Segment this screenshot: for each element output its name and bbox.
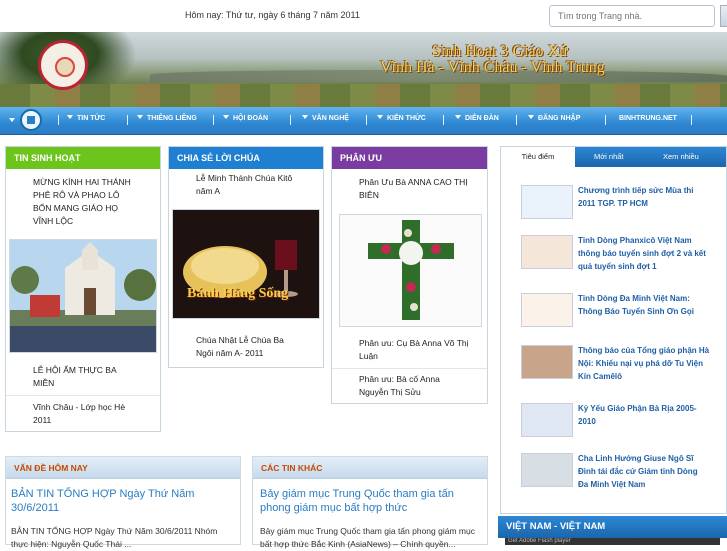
search-input[interactable] [549, 5, 715, 27]
banh-hang-song-image[interactable]: Bánh Hằng Sống [172, 209, 320, 319]
nav-separator [366, 115, 367, 125]
flower-cross-photo [340, 215, 481, 326]
bottom-left-head: Vấn đề hôm nay [6, 457, 240, 479]
col2-title: Chia Sẻ Lời Chúa [169, 147, 323, 169]
nav-label: Kiến Thức [387, 115, 426, 122]
nav-binhtrung[interactable]: BINHTRUNG.NET [619, 115, 677, 122]
news-tabs: Tiêu điểm Mới nhất Xem nhiều [501, 147, 726, 167]
news-link[interactable]: Thông báo của Tổng giáo phận Hà Nội: Khi… [578, 344, 710, 383]
divider [6, 395, 160, 396]
col3-item-3[interactable]: Phân ưu: Bà cố Anna Nguyễn Thị Sửu [359, 373, 469, 399]
col-tin-sinh-hoat: Tin Sinh Hoạt MỪNG KÍNH HAI THÁNH PHÊ RÔ… [5, 146, 161, 432]
nav-label: Diễn Đàn [465, 115, 499, 122]
col3-item-1[interactable]: Phân Ưu Bà ANNA CAO THỊ BIÊN [359, 176, 469, 202]
nav-thieng-lieng[interactable]: Thiêng Liêng [137, 115, 197, 122]
right-panel: Tiêu điểm Mới nhất Xem nhiều Chương trìn… [500, 146, 727, 514]
col1-item-1[interactable]: MỪNG KÍNH HAI THÁNH PHÊ RÔ VÀ PHAO LÔ BỔ… [33, 176, 138, 228]
rice-field-image [0, 84, 727, 107]
chevron-down-icon [223, 115, 229, 119]
col1-title: Tin Sinh Hoạt [6, 147, 160, 169]
bottom-mid-title[interactable]: Bảy giám mục Trung Quốc tham gia tấn pho… [260, 487, 482, 515]
nav-dang-nhap[interactable]: Đăng Nhập [528, 115, 580, 122]
chevron-down-icon [302, 115, 308, 119]
chevron-down-icon [377, 115, 383, 119]
current-date: Hôm nay: Thứ tư, ngày 6 tháng 7 năm 2011 [185, 10, 360, 20]
cac-tin-khac: Các tin khác Bảy giám mục Trung Quốc tha… [252, 456, 488, 549]
nav-label: Văn Nghệ [312, 115, 349, 122]
nav-separator [691, 115, 692, 125]
col3-title: Phân Ưu [332, 147, 487, 169]
news-link[interactable]: Cha Linh Hướng Giuse Ngô Sĩ Đình tái đắc… [578, 452, 710, 491]
nav-kien-thuc[interactable]: Kiến Thức [377, 115, 426, 122]
news-link[interactable]: Tỉnh Dòng Phanxicô Việt Nam thông báo tu… [578, 234, 710, 273]
section-vietnam: VIỆT NAM - VIỆT NAM [498, 516, 727, 538]
church-photo [10, 240, 156, 352]
nav-label: Hội Đoàn [233, 115, 268, 122]
bottom-left-body: BẢN TIN TỔNG HỢP Ngày Thứ Năm 30/6/2011 … [11, 526, 218, 549]
bottom-mid-body: Bảy giám mục Trung Quốc tham gia tấn pho… [260, 526, 475, 549]
col-chia-se-loi-chua: Chia Sẻ Lời Chúa Lễ Minh Thánh Chúa Kitô… [168, 146, 324, 368]
bottom-mid-head: Các tin khác [253, 457, 487, 479]
news-thumbnail [521, 185, 573, 219]
nav-label: Thiêng Liêng [147, 115, 197, 122]
nav-separator [58, 115, 59, 125]
col2-item-1[interactable]: Lễ Minh Thánh Chúa Kitô năm A [196, 172, 301, 198]
nav-separator [127, 115, 128, 125]
news-link[interactable]: Chương trình tiếp sức Mùa thi 2011 TGP. … [578, 184, 710, 210]
col1-item-3[interactable]: Vĩnh Châu - Lớp học Hè 2011 [33, 401, 143, 427]
menu-arrow-icon [9, 118, 15, 122]
nav-label: Đăng Nhập [538, 115, 581, 122]
nav-hoi-doan[interactable]: Hội Đoàn [223, 115, 268, 122]
banh-hang-song-caption: Bánh Hằng Sống [187, 286, 289, 301]
bottom-left-title[interactable]: BẢN TIN TỔNG HỢP Ngày Thứ Năm 30/6/2011 [11, 487, 236, 515]
nav-dien-dan[interactable]: Diễn Đàn [455, 115, 499, 122]
col3-item-2[interactable]: Phân ưu: Cụ Bà Anna Võ Thị Luận [359, 337, 469, 363]
funeral-cross-image[interactable] [339, 214, 482, 327]
van-de-hom-nay: Vấn đề hôm nay BẢN TIN TỔNG HỢP Ngày Thứ… [5, 456, 241, 549]
chevron-down-icon [455, 115, 461, 119]
nav-tin-tuc[interactable]: Tin Tức [67, 115, 105, 122]
news-thumbnail [521, 403, 573, 437]
nav-separator [213, 115, 214, 125]
tab-moi-nhat[interactable]: Mới nhất [594, 152, 624, 161]
church-festival-image[interactable] [9, 239, 157, 353]
tab-tieu-diem[interactable]: Tiêu điểm [501, 147, 575, 167]
nav-label: BINHTRUNG.NET [619, 115, 677, 122]
chevron-down-icon [528, 115, 534, 119]
search-button[interactable] [720, 5, 727, 27]
news-thumbnail [521, 293, 573, 327]
chevron-down-icon [67, 115, 73, 119]
news-thumbnail [521, 453, 573, 487]
news-link[interactable]: Kỷ Yếu Giáo Phận Bà Rịa 2005-2010 [578, 402, 710, 428]
nav-separator [516, 115, 517, 125]
home-icon[interactable] [20, 109, 42, 131]
main-nav: Tin Tức Thiêng Liêng Hội Đoàn Văn Nghệ K… [0, 107, 727, 135]
nav-separator [443, 115, 444, 125]
chevron-down-icon [137, 115, 143, 119]
banner: Sinh Hoạt 3 Giáo Xứ Vĩnh Hà - Vĩnh Châu … [0, 32, 727, 107]
col2-item-2[interactable]: Chúa Nhật Lễ Chúa Ba Ngôi năm A- 2011 [196, 334, 301, 360]
news-link[interactable]: Tỉnh Dòng Đa Minh Việt Nam: Thông Báo Tu… [578, 292, 710, 318]
tab-xem-nhieu[interactable]: Xem nhiều [663, 152, 699, 161]
nav-separator [605, 115, 606, 125]
col-phan-uu: Phân Ưu Phân Ưu Bà ANNA CAO THỊ BIÊN Phâ… [331, 146, 488, 404]
top-bar: Hôm nay: Thứ tư, ngày 6 tháng 7 năm 2011 [0, 0, 727, 32]
news-thumbnail [521, 235, 573, 269]
nav-label: Tin Tức [77, 115, 106, 122]
divider [332, 368, 487, 369]
nav-separator [290, 115, 291, 125]
news-thumbnail [521, 345, 573, 379]
flash-player-placeholder[interactable]: Get Adobe Flash player [505, 538, 720, 545]
parish-seal-logo [38, 40, 88, 90]
col1-item-2[interactable]: LỄ HỘI ẨM THỰC BA MIỀN [33, 364, 138, 390]
nav-van-nghe[interactable]: Văn Nghệ [302, 115, 349, 122]
site-title-line2: Vĩnh Hà - Vĩnh Châu - Vĩnh Trung [380, 59, 605, 76]
